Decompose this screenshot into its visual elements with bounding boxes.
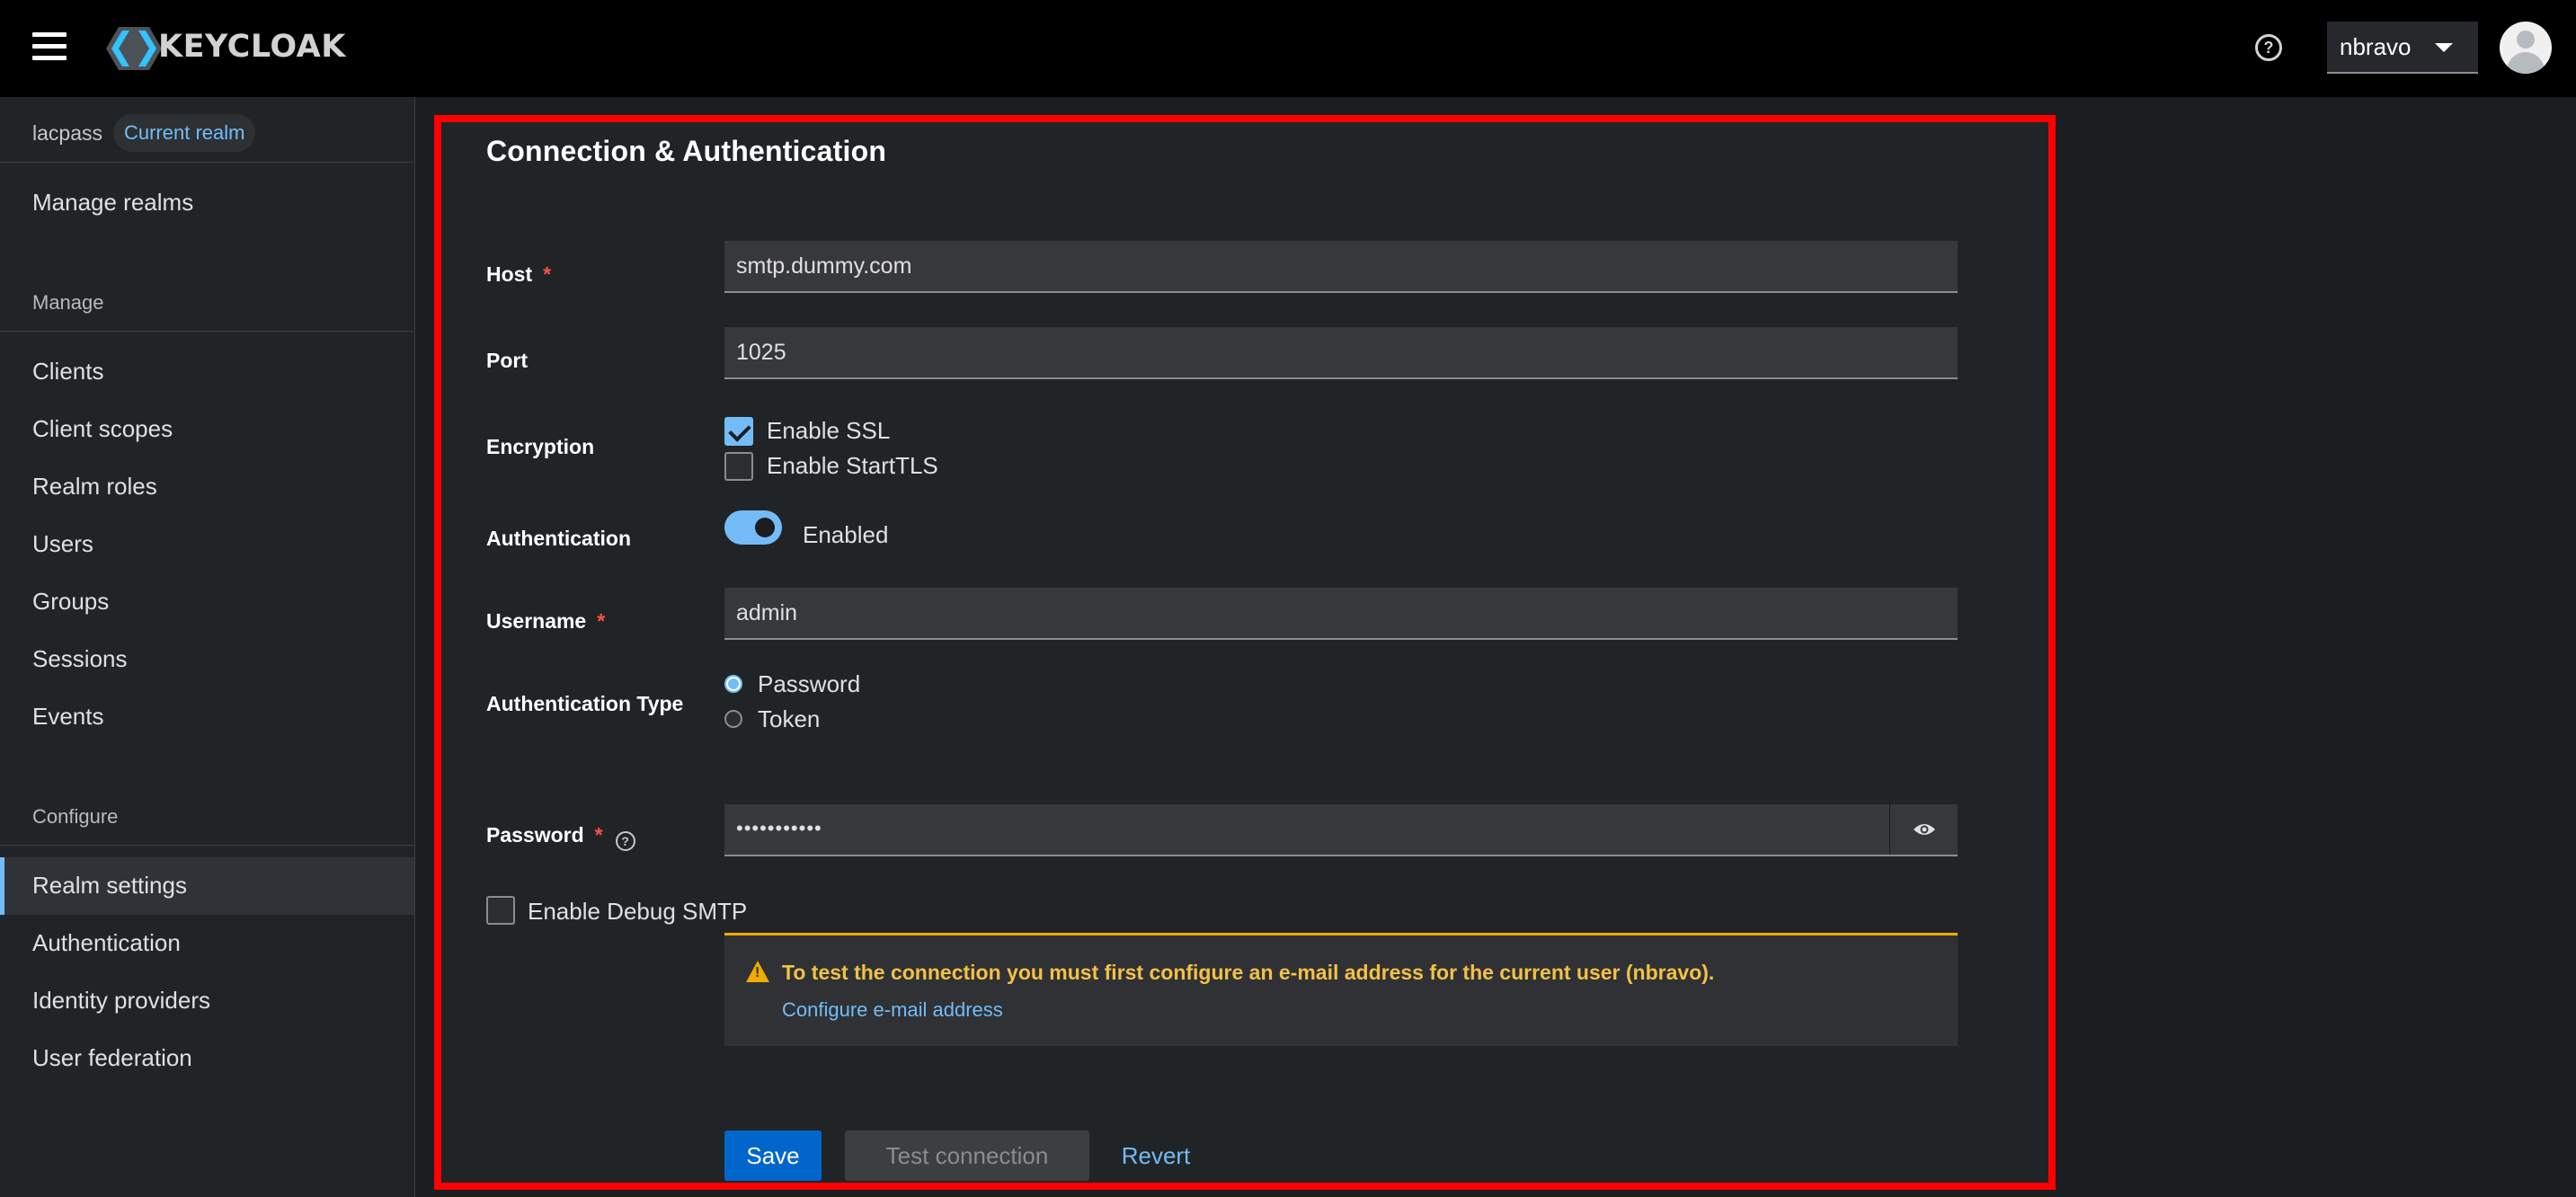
sidebar-item-groups[interactable]: Groups [32,588,109,616]
sidebar-item-identity-providers[interactable]: Identity providers [32,987,210,1015]
required-marker: * [543,262,552,286]
save-button[interactable]: Save [724,1130,822,1181]
hamburger-menu-icon[interactable] [32,32,67,61]
enable-debug-smtp-checkbox[interactable] [486,896,515,925]
sidebar-divider [0,162,415,163]
realm-selector[interactable]: lacpass Current realm [32,113,256,153]
username-label: Username * [486,609,606,633]
alert-message: To test the connection you must first co… [782,961,1715,984]
section-title: Connection & Authentication [486,135,887,167]
user-menu-dropdown[interactable]: nbravo [2327,22,2478,74]
masthead: KEYCLOAK ? nbravo [0,0,2576,97]
password-label: Password *? [486,823,635,851]
keycloak-logo[interactable]: KEYCLOAK [106,25,345,72]
auth-type-token-radio[interactable] [724,710,742,728]
encryption-label: Encryption [486,435,595,458]
eye-icon [1914,824,1935,835]
required-marker: * [597,609,606,633]
sidebar-item-authentication[interactable]: Authentication [32,929,181,957]
help-icon[interactable]: ? [2255,34,2282,61]
connection-authentication-panel: Connection & Authentication Host * smtp.d… [434,115,2056,1190]
enable-starttls-label[interactable]: Enable StartTLS [767,452,938,480]
logo-text: KEYCLOAK [158,29,346,65]
enable-ssl-checkbox[interactable] [724,417,753,446]
sidebar-item-events[interactable]: Events [32,703,104,731]
enable-debug-smtp-label[interactable]: Enable Debug SMTP [528,898,747,926]
keycloak-hexagon-icon [106,27,162,70]
sidebar-item-sessions[interactable]: Sessions [32,645,128,673]
avatar[interactable] [2500,22,2552,74]
username-input[interactable]: admin [724,588,1958,640]
sidebar-divider [0,331,415,332]
warning-alert: To test the connection you must first co… [724,933,1958,1046]
sidebar: lacpass Current realm Manage realms Mana… [0,97,415,1197]
auth-type-password-radio[interactable] [724,675,742,693]
authentication-type-label: Authentication Type [486,692,684,715]
authentication-toggle-label: Enabled [803,521,889,548]
caret-down-icon [2435,43,2453,52]
port-input[interactable]: 1025 [724,327,1958,379]
password-masked-value: ••••••••••• [736,817,822,839]
authentication-toggle[interactable] [724,510,782,545]
authentication-label: Authentication [486,527,631,550]
sidebar-item-realm-roles[interactable]: Realm roles [32,473,157,501]
sidebar-item-realm-settings[interactable]: Realm settings [32,872,187,900]
required-marker: * [594,823,603,847]
realm-name: lacpass [32,120,102,145]
test-connection-button[interactable]: Test connection [845,1130,1089,1181]
enable-starttls-checkbox[interactable] [724,452,753,481]
auth-type-password-label[interactable]: Password [758,670,860,698]
main-content: Connection & Authentication Host * smtp.d… [416,97,2576,1197]
show-password-button[interactable] [1889,804,1958,855]
sidebar-item-clients[interactable]: Clients [32,358,103,386]
revert-button[interactable]: Revert [1109,1130,1203,1181]
password-help-icon[interactable]: ? [615,831,635,851]
auth-type-token-label[interactable]: Token [758,705,820,733]
enable-ssl-label[interactable]: Enable SSL [767,417,890,445]
sidebar-divider [0,845,415,846]
host-label: Host * [486,262,552,286]
sidebar-item-client-scopes[interactable]: Client scopes [32,415,173,443]
sidebar-section-manage: Manage [32,291,104,314]
sidebar-section-configure: Configure [32,805,119,828]
configure-email-link[interactable]: Configure e-mail address [782,998,1003,1022]
sidebar-item-user-federation[interactable]: User federation [32,1044,192,1072]
password-input[interactable]: ••••••••••• [724,804,1958,856]
sidebar-item-users[interactable]: Users [32,530,93,558]
host-input[interactable]: smtp.dummy.com [724,241,1958,293]
current-realm-badge: Current realm [112,114,256,152]
port-label: Port [486,349,528,372]
warning-triangle-icon [746,961,769,982]
sidebar-item-manage-realms[interactable]: Manage realms [32,189,193,217]
user-name: nbravo [2340,32,2412,60]
